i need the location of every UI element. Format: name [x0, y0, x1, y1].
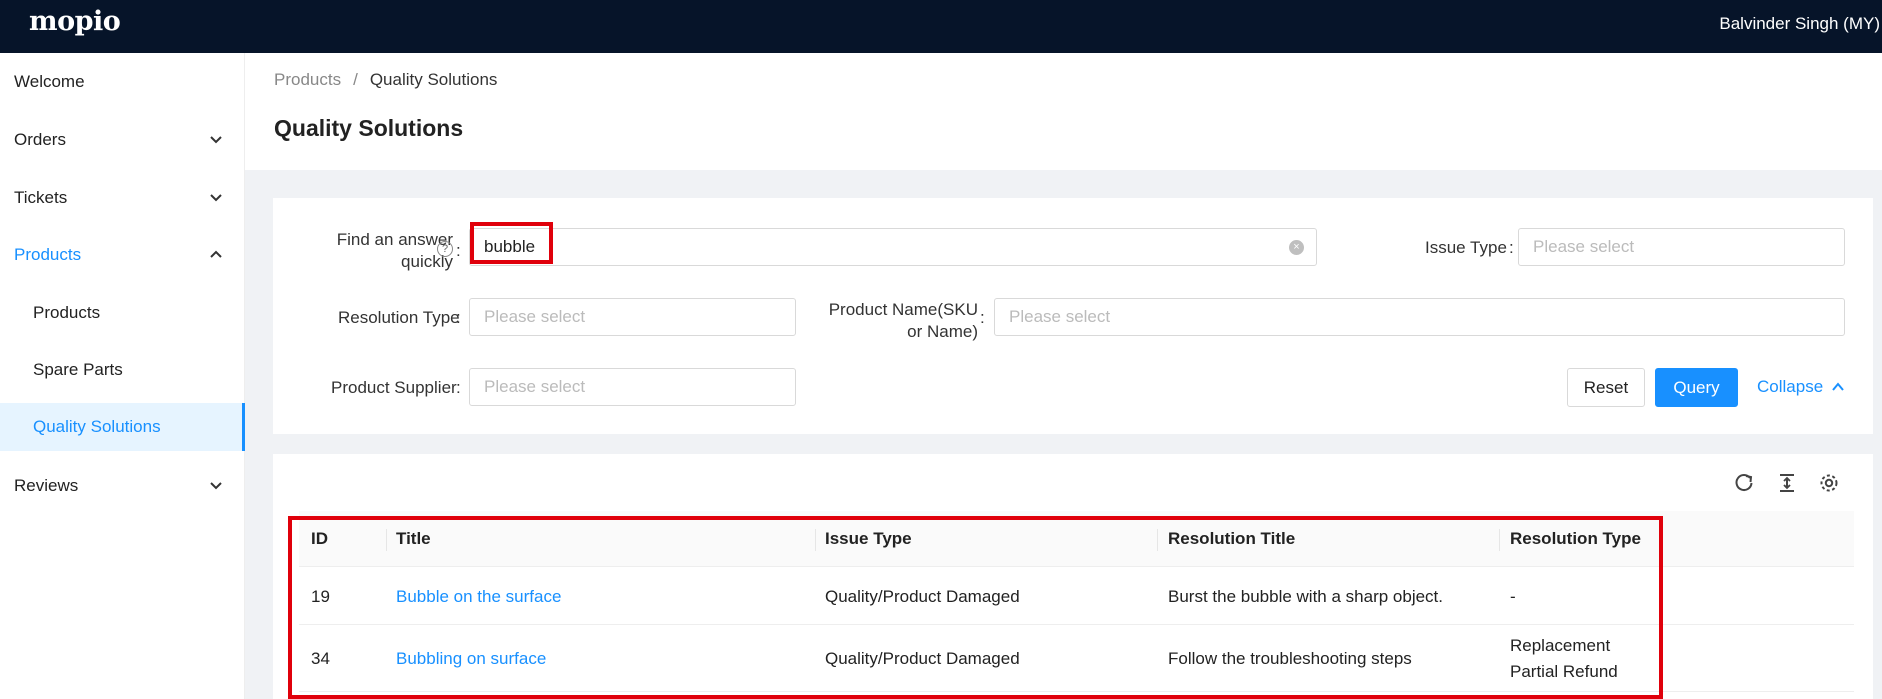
sidebar-item-label: Spare Parts	[33, 360, 123, 379]
breadcrumb-current: Quality Solutions	[369, 70, 498, 89]
sidebar-item-welcome[interactable]: Welcome	[0, 58, 245, 106]
product-supplier-placeholder: Please select	[484, 377, 586, 396]
sidebar-item-products[interactable]: Products	[0, 231, 245, 279]
page-title: Quality Solutions	[274, 115, 464, 141]
label-colon: :	[456, 378, 461, 397]
density-icon[interactable]	[1776, 472, 1798, 494]
reload-icon[interactable]	[1733, 472, 1755, 494]
sidebar-item-label: Products	[14, 245, 82, 264]
sidebar-item-quality-solutions[interactable]: Quality Solutions	[0, 403, 245, 451]
issue-type-select[interactable]: Please select	[1518, 228, 1845, 266]
search-input[interactable]: bubble ×	[469, 228, 1317, 266]
collapse-label: Collapse	[1757, 377, 1824, 396]
find-label: Find an answer quickly	[336, 230, 453, 271]
collapse-link[interactable]: Collapse	[1757, 377, 1845, 397]
label-colon: :	[456, 308, 461, 327]
issue-type-label: Issue Type	[1425, 238, 1507, 257]
label-colon: :	[456, 241, 461, 260]
product-name-select[interactable]: Please select	[994, 298, 1845, 336]
top-bar: mopio Balvinder Singh (MY)	[0, 0, 1882, 53]
issue-type-placeholder: Please select	[1533, 237, 1635, 256]
sidebar-item-label: Quality Solutions	[33, 417, 161, 436]
sidebar-item-products-list[interactable]: Products	[0, 289, 245, 337]
chevron-down-icon	[210, 194, 222, 202]
sidebar-item-spare-parts[interactable]: Spare Parts	[0, 346, 245, 394]
sidebar-item-reviews[interactable]: Reviews	[0, 462, 245, 510]
product-supplier-select[interactable]: Please select	[469, 368, 796, 406]
app-logo[interactable]: mopio	[29, 6, 121, 37]
page-header: Products / Quality Solutions Quality Sol…	[245, 53, 1882, 170]
breadcrumb-separator: /	[353, 70, 358, 89]
sidebar: Welcome Orders Tickets Products Products…	[0, 53, 245, 699]
chevron-up-icon	[210, 250, 222, 258]
breadcrumb: Products / Quality Solutions	[274, 70, 497, 90]
resolution-type-label: Resolution Type	[338, 308, 460, 327]
sidebar-item-label: Products	[33, 303, 101, 322]
label-colon: :	[980, 308, 985, 327]
sidebar-item-tickets[interactable]: Tickets	[0, 174, 245, 222]
product-name-placeholder: Please select	[1009, 307, 1111, 326]
product-name-label: Product Name(SKU or Name)	[828, 300, 978, 341]
sidebar-item-label: Tickets	[14, 188, 68, 207]
sidebar-item-label: Orders	[14, 130, 66, 149]
clear-icon[interactable]: ×	[1289, 240, 1304, 255]
user-menu[interactable]: Balvinder Singh (MY)	[1719, 14, 1880, 34]
reset-button[interactable]: Reset	[1567, 368, 1645, 407]
label-colon: :	[1509, 238, 1514, 257]
chevron-down-icon	[210, 136, 222, 144]
breadcrumb-root[interactable]: Products	[274, 70, 341, 90]
product-supplier-label: Product Supplier	[331, 378, 457, 397]
chevron-down-icon	[210, 482, 222, 490]
highlight-box-search	[470, 222, 553, 264]
filter-form: Find an answer quickly ? : bubble × Issu…	[273, 198, 1873, 434]
help-icon[interactable]: ?	[437, 241, 453, 257]
sidebar-item-orders[interactable]: Orders	[0, 116, 245, 164]
results-table-card: ID Title Issue Type Resolution Title Res…	[273, 454, 1873, 699]
resolution-type-placeholder: Please select	[484, 307, 586, 326]
query-button[interactable]: Query	[1655, 368, 1738, 407]
sidebar-item-label: Welcome	[14, 72, 85, 91]
resolution-type-select[interactable]: Please select	[469, 298, 796, 336]
chevron-up-icon	[1832, 382, 1844, 391]
sidebar-item-label: Reviews	[14, 476, 79, 495]
highlight-box-results	[288, 516, 1663, 699]
settings-icon[interactable]	[1818, 472, 1840, 494]
